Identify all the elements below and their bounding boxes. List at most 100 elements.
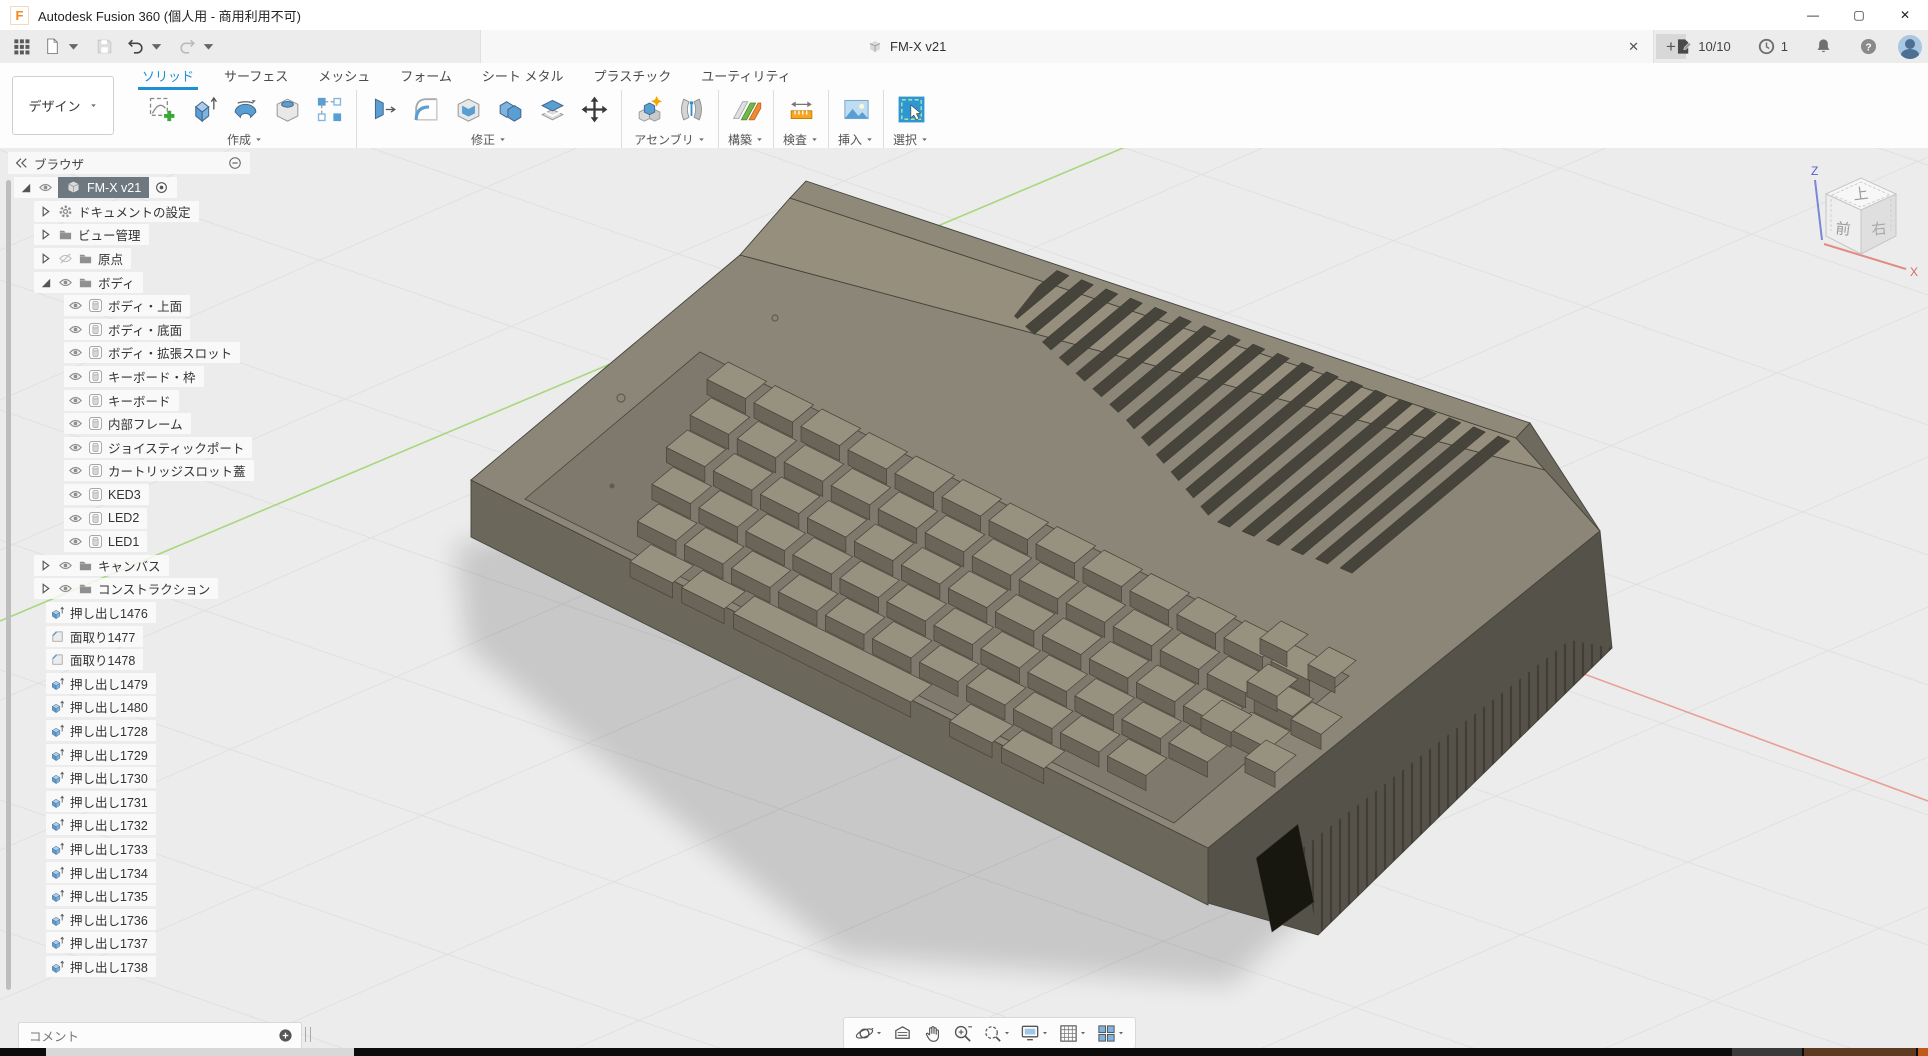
tree-item-押し出し1736[interactable]: 押し出し1736 <box>46 909 156 930</box>
shell-button[interactable] <box>449 90 487 128</box>
visibility-on-icon[interactable] <box>68 345 83 360</box>
tree-item-押し出し1480[interactable]: 押し出し1480 <box>46 696 156 717</box>
help-button[interactable] <box>1853 30 1884 63</box>
ribbon-tab-メッシュ[interactable]: メッシュ <box>318 66 370 88</box>
extrude-button[interactable] <box>184 90 222 128</box>
file-menu-button[interactable] <box>37 30 89 63</box>
group-label-構築[interactable]: 構築 <box>728 131 764 148</box>
redo-button[interactable] <box>172 30 224 63</box>
expand-closed-icon[interactable] <box>38 581 53 596</box>
expand-closed-icon[interactable] <box>38 204 53 219</box>
tree-item-KED3[interactable]: KED3 <box>64 484 149 505</box>
visibility-on-icon[interactable] <box>68 322 83 337</box>
newcomp-button[interactable] <box>630 90 668 128</box>
ribbon-tab-ソリッド[interactable]: ソリッド <box>142 66 194 88</box>
tree-item-面取り1478[interactable]: 面取り1478 <box>46 649 143 670</box>
visibility-on-icon[interactable] <box>68 534 83 549</box>
minimize-button[interactable]: — <box>1790 0 1836 30</box>
visibility-on-icon[interactable] <box>68 511 83 526</box>
gridvp-tool-button[interactable] <box>1055 1018 1090 1048</box>
comments-panel[interactable]: コメント <box>18 1022 302 1049</box>
tree-item-カートリッジスロット蓋[interactable]: カートリッジスロット蓋 <box>64 460 254 481</box>
revolve-button[interactable] <box>226 90 264 128</box>
tree-item-FM-X v21[interactable]: FM-X v21 <box>14 177 177 198</box>
lookat-tool-button[interactable] <box>889 1018 916 1048</box>
tree-item-押し出し1735[interactable]: 押し出し1735 <box>46 885 156 906</box>
visibility-on-icon[interactable] <box>68 393 83 408</box>
ribbon-tab-ユーティリティ[interactable]: ユーティリティ <box>701 66 790 88</box>
tree-item-内部フレーム[interactable]: 内部フレーム <box>64 413 191 434</box>
tree-item-ビュー管理[interactable]: ビュー管理 <box>34 224 149 245</box>
move-button[interactable] <box>575 90 613 128</box>
document-tab-close-button[interactable]: ✕ <box>1628 39 1639 55</box>
display-tool-button[interactable] <box>1017 1018 1052 1048</box>
tree-item-押し出し1737[interactable]: 押し出し1737 <box>46 932 156 953</box>
zoompm-tool-button[interactable] <box>949 1018 976 1048</box>
activate-component-icon[interactable] <box>154 180 169 195</box>
model-viewport[interactable]: 上 前 右 Z X ブラウザ FM-X v21 ドキュメントの設定ビュー管理原点ボ… <box>0 148 1928 1048</box>
close-button[interactable]: ✕ <box>1882 0 1928 30</box>
tree-item-押し出し1734[interactable]: 押し出し1734 <box>46 862 156 883</box>
zoomfit-tool-button[interactable] <box>979 1018 1014 1048</box>
group-label-選択[interactable]: 選択 <box>893 131 929 148</box>
tree-item-原点[interactable]: 原点 <box>34 248 131 269</box>
notifications-button[interactable] <box>1808 30 1839 63</box>
view-cube[interactable]: 上 前 右 Z X <box>1798 156 1924 282</box>
group-label-修正[interactable]: 修正 <box>471 131 507 148</box>
tree-item-キーボード[interactable]: キーボード <box>64 390 179 411</box>
group-label-作成[interactable]: 作成 <box>227 131 263 148</box>
panel-options-icon[interactable] <box>228 156 242 170</box>
tree-item-ボディ[interactable]: ボディ <box>34 272 143 293</box>
tree-item-LED2[interactable]: LED2 <box>64 508 147 529</box>
plane-button[interactable] <box>727 90 765 128</box>
group-label-アセンブリ[interactable]: アセンブリ <box>634 131 705 148</box>
workspace-selector[interactable]: デザイン <box>12 76 114 135</box>
viewports-tool-button[interactable] <box>1093 1018 1128 1048</box>
orbit-tool-button[interactable] <box>851 1018 886 1048</box>
tree-item-押し出し1728[interactable]: 押し出し1728 <box>46 720 156 741</box>
visibility-on-icon[interactable] <box>58 558 73 573</box>
add-comment-icon[interactable] <box>278 1028 293 1043</box>
tree-item-ジョイスティックポート[interactable]: ジョイスティックポート <box>64 437 252 458</box>
app-grid-button[interactable] <box>6 30 37 63</box>
tree-item-ドキュメントの設定[interactable]: ドキュメントの設定 <box>34 201 199 222</box>
expand-closed-icon[interactable] <box>38 251 53 266</box>
tree-item-押し出し1731[interactable]: 押し出し1731 <box>46 791 156 812</box>
tree-item-キーボード・枠[interactable]: キーボード・枠 <box>64 366 204 387</box>
tree-item-面取り1477[interactable]: 面取り1477 <box>46 626 143 647</box>
expand-open-icon[interactable] <box>38 275 53 290</box>
tree-item-押し出し1730[interactable]: 押し出し1730 <box>46 767 156 788</box>
save-version-badge[interactable]: 10/10 <box>1668 30 1737 63</box>
pan-tool-button[interactable] <box>919 1018 946 1048</box>
undo-button[interactable] <box>120 30 172 63</box>
visibility-on-icon[interactable] <box>68 440 83 455</box>
selected-root-item[interactable]: FM-X v21 <box>58 177 149 198</box>
tree-item-ボディ・上面[interactable]: ボディ・上面 <box>64 295 190 316</box>
visibility-on-icon[interactable] <box>58 275 73 290</box>
visibility-off-icon[interactable] <box>58 251 73 266</box>
ribbon-tab-シート メタル[interactable]: シート メタル <box>482 66 564 88</box>
tree-item-コンストラクション[interactable]: コンストラクション <box>34 578 218 599</box>
hole-button[interactable] <box>268 90 306 128</box>
3d-scene[interactable] <box>0 148 1928 1048</box>
offsetface-button[interactable] <box>533 90 571 128</box>
visibility-on-icon[interactable] <box>68 463 83 478</box>
tree-item-キャンバス[interactable]: キャンバス <box>34 555 169 576</box>
expand-closed-icon[interactable] <box>38 227 53 242</box>
save-button[interactable] <box>89 30 120 63</box>
tree-item-ボディ・底面[interactable]: ボディ・底面 <box>64 319 190 340</box>
ribbon-tab-サーフェス[interactable]: サーフェス <box>224 66 288 88</box>
comments-resize-handle[interactable] <box>305 1027 311 1042</box>
tree-item-押し出し1738[interactable]: 押し出し1738 <box>46 956 156 977</box>
tree-item-押し出し1476[interactable]: 押し出し1476 <box>46 602 156 623</box>
expand-closed-icon[interactable] <box>38 558 53 573</box>
pattern-button[interactable] <box>310 90 348 128</box>
browser-panel-header[interactable]: ブラウザ <box>8 152 250 174</box>
visibility-on-icon[interactable] <box>68 298 83 313</box>
maximize-button[interactable]: ▢ <box>1836 0 1882 30</box>
tree-item-LED1[interactable]: LED1 <box>64 531 147 552</box>
ribbon-tab-プラスチック[interactable]: プラスチック <box>594 66 672 88</box>
group-label-検査[interactable]: 検査 <box>783 131 819 148</box>
expand-open-icon[interactable] <box>18 180 33 195</box>
joint-button[interactable] <box>672 90 710 128</box>
